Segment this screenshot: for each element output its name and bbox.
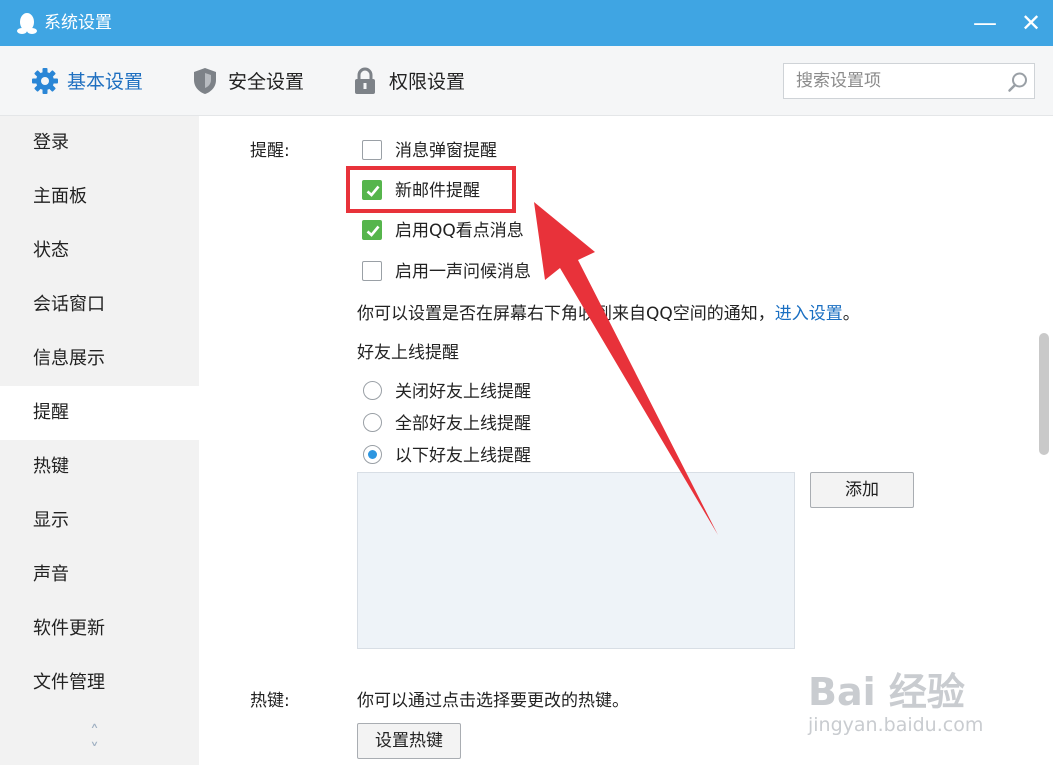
tab-permission-settings[interactable]: 权限设置 xyxy=(389,68,465,96)
lock-icon xyxy=(355,67,375,94)
tab-security-settings[interactable]: 安全设置 xyxy=(228,68,304,96)
sidebar-item-software-update[interactable]: 软件更新 xyxy=(0,602,199,656)
minimize-button[interactable]: — xyxy=(968,6,1002,40)
search-placeholder: 搜索设置项 xyxy=(796,71,881,91)
sidebar-item-reminder[interactable]: 提醒 xyxy=(0,386,199,440)
close-button[interactable]: ✕ xyxy=(1014,6,1048,40)
greeting-message-label: 启用一声问候消息 xyxy=(395,262,531,282)
selected-friends-online-label: 以下好友上线提醒 xyxy=(395,446,531,466)
sidebar-item-info-display[interactable]: 信息展示 xyxy=(0,332,199,386)
set-hotkey-button[interactable]: 设置热键 xyxy=(357,723,461,759)
gear-icon xyxy=(32,68,58,94)
window-title: 系统设置 xyxy=(44,13,112,33)
friend-online-title: 好友上线提醒 xyxy=(357,343,459,363)
sidebar-item-display[interactable]: 显示 xyxy=(0,494,199,548)
all-friends-online-label: 全部好友上线提醒 xyxy=(395,414,531,434)
sidebar-item-login[interactable]: 登录 xyxy=(0,116,199,170)
greeting-message-checkbox[interactable] xyxy=(362,261,382,281)
sidebar-item-main-panel[interactable]: 主面板 xyxy=(0,170,199,224)
sidebar-item-sound[interactable]: 声音 xyxy=(0,548,199,602)
sidebar-item-file-management[interactable]: 文件管理 xyxy=(0,656,199,710)
reminder-section-label: 提醒: xyxy=(250,141,290,161)
watermark-url: jingyan.baidu.com xyxy=(808,714,984,736)
highlight-box xyxy=(346,166,516,213)
qzone-settings-link[interactable]: 进入设置 xyxy=(775,304,843,324)
selected-friends-online-radio[interactable] xyxy=(363,445,382,464)
hotkey-description: 你可以通过点击选择要更改的热键。 xyxy=(357,691,629,711)
qzone-notice-text: 你可以设置是否在屏幕右下角收到来自QQ空间的通知，进入设置。 xyxy=(357,304,860,324)
all-friends-online-radio[interactable] xyxy=(363,413,382,432)
qq-kandian-label: 启用QQ看点消息 xyxy=(395,221,524,241)
add-friend-button[interactable]: 添加 xyxy=(810,472,914,508)
qq-kandian-checkbox[interactable] xyxy=(362,220,382,240)
shield-icon xyxy=(194,68,216,94)
close-friend-online-radio[interactable] xyxy=(363,381,382,400)
checkmark-icon xyxy=(366,225,380,237)
popup-reminder-checkbox[interactable] xyxy=(362,140,382,160)
friend-list-box[interactable] xyxy=(357,472,795,649)
sidebar-item-status[interactable]: 状态 xyxy=(0,224,199,278)
search-box[interactable]: 搜索设置项 xyxy=(783,63,1035,99)
popup-reminder-label: 消息弹窗提醒 xyxy=(395,141,497,161)
scrollbar-thumb[interactable] xyxy=(1039,333,1049,455)
sidebar-item-hotkey[interactable]: 热键 xyxy=(0,440,199,494)
baidu-watermark: Bai 经验 xyxy=(808,670,965,714)
qq-penguin-icon xyxy=(17,13,37,34)
hotkey-section-label: 热键: xyxy=(250,691,290,711)
sidebar-item-chat-window[interactable]: 会话窗口 xyxy=(0,278,199,332)
tab-basic-settings[interactable]: 基本设置 xyxy=(67,68,143,96)
close-friend-online-label: 关闭好友上线提醒 xyxy=(395,382,531,402)
title-bar xyxy=(0,0,1053,46)
search-icon[interactable] xyxy=(1007,71,1029,93)
sidebar-scroll-down-icon[interactable]: ˅ xyxy=(90,742,99,760)
